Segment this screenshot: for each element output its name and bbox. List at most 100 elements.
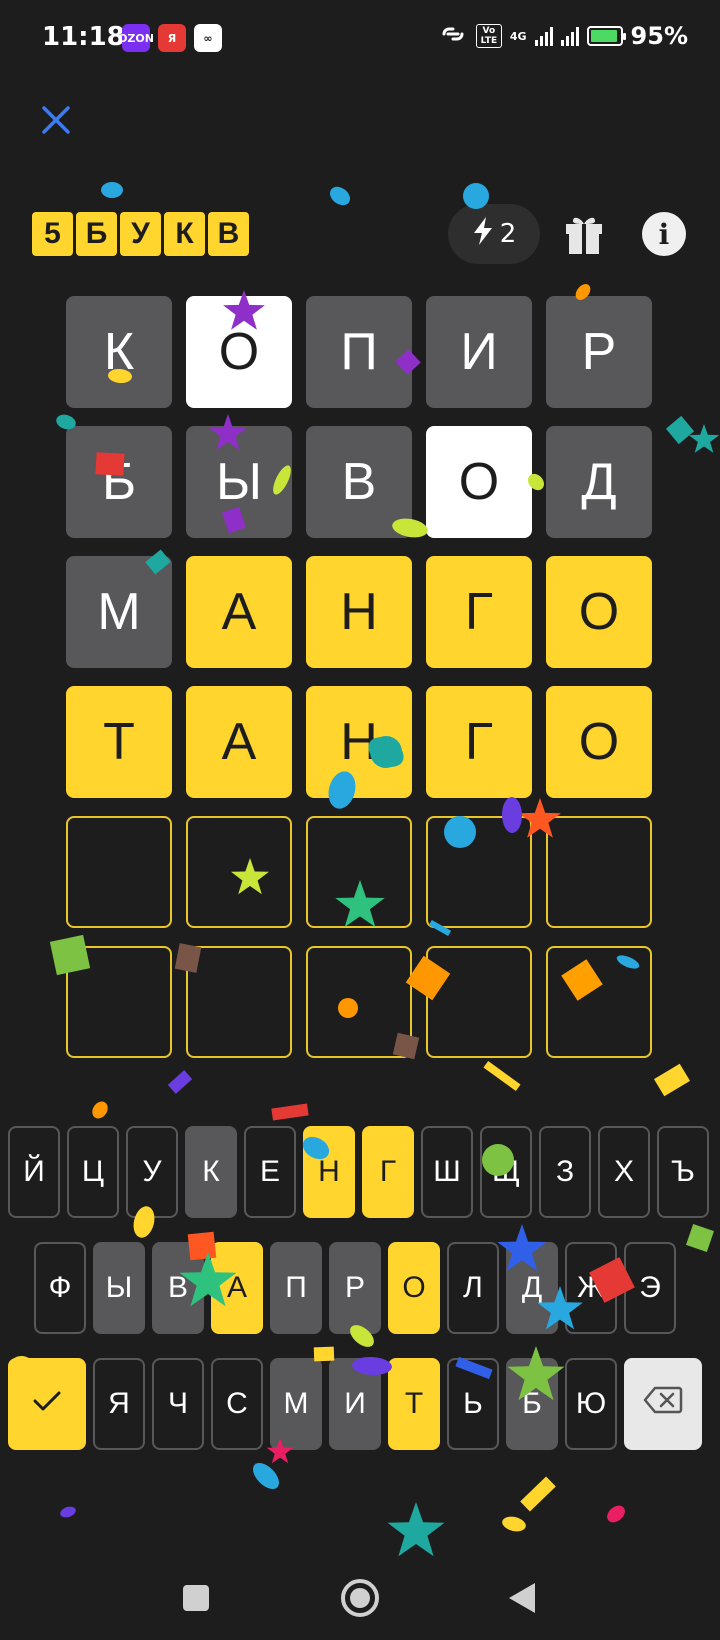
board-cell (186, 816, 292, 928)
key-Й[interactable]: Й (8, 1126, 60, 1218)
key-Х[interactable]: Х (598, 1126, 650, 1218)
board-cell: М (66, 556, 172, 668)
key-П[interactable]: П (270, 1242, 322, 1334)
keyboard-row-2: ФЫВАПРОЛДЖЭ (34, 1242, 676, 1334)
logo-letter: К (164, 212, 205, 256)
confetti-piece (167, 1070, 193, 1094)
key-С[interactable]: С (211, 1358, 263, 1450)
status-time: 11:18 (42, 22, 125, 52)
board-cell (426, 946, 532, 1058)
signal-icon-2 (560, 26, 579, 46)
board-cell: О (546, 686, 652, 798)
board-cell (306, 946, 412, 1058)
key-Л[interactable]: Л (447, 1242, 499, 1334)
info-icon: i (658, 217, 670, 251)
key-А[interactable]: А (211, 1242, 263, 1334)
network-type: 4G (509, 29, 527, 43)
key-Ш[interactable]: Ш (421, 1126, 473, 1218)
battery-level (590, 30, 618, 42)
key-Ф[interactable]: Ф (34, 1242, 86, 1334)
app-logo: 5 Б У К В (32, 212, 249, 256)
board-cell (186, 946, 292, 1058)
key-М[interactable]: М (270, 1358, 322, 1450)
checkmark-icon (32, 1387, 62, 1421)
board-cell: Г (426, 556, 532, 668)
keyboard-row-3: ЯЧСМИТЬБЮ (8, 1358, 702, 1450)
logo-letter: Б (76, 212, 117, 256)
key-Ю[interactable]: Ю (565, 1358, 617, 1450)
key-О[interactable]: О (388, 1242, 440, 1334)
key-Д[interactable]: Д (506, 1242, 558, 1334)
key-Р[interactable]: Р (329, 1242, 381, 1334)
confetti-piece (607, 1505, 625, 1523)
board-cell: Н (306, 556, 412, 668)
board-cell: В (306, 426, 412, 538)
close-button[interactable] (36, 102, 76, 142)
board-cell: И (426, 296, 532, 408)
board-cell: А (186, 686, 292, 798)
key-Б[interactable]: Б (506, 1358, 558, 1450)
confetti-piece (101, 182, 123, 198)
gift-icon (560, 217, 608, 262)
home-circle-icon (340, 1578, 380, 1622)
logo-letter: У (120, 212, 161, 256)
back-triangle-icon (507, 1581, 537, 1619)
recents-button[interactable] (176, 1580, 216, 1620)
key-Щ[interactable]: Щ (480, 1126, 532, 1218)
key-Ц[interactable]: Ц (67, 1126, 119, 1218)
logo-letter: В (208, 212, 249, 256)
keyboard-row-1: ЙЦУКЕНГШЩЗХЪ (8, 1126, 709, 1218)
key-У[interactable]: У (126, 1126, 178, 1218)
board-cell: Ы (186, 426, 292, 538)
backspace-icon (643, 1386, 683, 1422)
navigation-bar (0, 1560, 720, 1640)
key-К[interactable]: К (185, 1126, 237, 1218)
board-cell: О (546, 556, 652, 668)
board-cell: Б (66, 426, 172, 538)
key-Е[interactable]: Е (244, 1126, 296, 1218)
key-Ж[interactable]: Ж (565, 1242, 617, 1334)
key-В[interactable]: В (152, 1242, 204, 1334)
board-cell: П (306, 296, 412, 408)
key-Ъ[interactable]: Ъ (657, 1126, 709, 1218)
key-И[interactable]: И (329, 1358, 381, 1450)
board-cell: О (426, 426, 532, 538)
confetti-piece (92, 1101, 108, 1119)
board-cell: Д (546, 426, 652, 538)
key-Н[interactable]: Н (303, 1126, 355, 1218)
enter-button[interactable] (8, 1358, 86, 1450)
confetti-piece (653, 1063, 691, 1097)
yandex-app-icon: Я (158, 24, 186, 52)
board-cell (546, 816, 652, 928)
link-app-icon: ∞ (194, 24, 222, 52)
board-cell (66, 946, 172, 1058)
key-Ь[interactable]: Ь (447, 1358, 499, 1450)
hint-button[interactable]: 2 (448, 204, 540, 264)
board-cell: Н (306, 686, 412, 798)
board-cell (66, 816, 172, 928)
key-З[interactable]: З (539, 1126, 591, 1218)
key-Я[interactable]: Я (93, 1358, 145, 1450)
confetti-piece (502, 1516, 526, 1532)
square-icon (182, 1584, 210, 1616)
home-button[interactable] (340, 1578, 380, 1622)
key-Ы[interactable]: Ы (93, 1242, 145, 1334)
back-button[interactable] (502, 1580, 542, 1620)
signal-icon-1 (534, 26, 553, 46)
key-Г[interactable]: Г (362, 1126, 414, 1218)
board-cell (426, 816, 532, 928)
close-icon (41, 105, 71, 139)
confetti-piece (686, 1224, 714, 1252)
confetti-piece (688, 424, 720, 453)
info-button[interactable]: i (642, 212, 686, 256)
confetti-piece (271, 1103, 309, 1121)
board-cell: Р (546, 296, 652, 408)
key-Э[interactable]: Э (624, 1242, 676, 1334)
hotspot-icon (438, 22, 468, 50)
board-cell: Г (426, 686, 532, 798)
key-Ч[interactable]: Ч (152, 1358, 204, 1450)
backspace-button[interactable] (624, 1358, 702, 1450)
key-Т[interactable]: Т (388, 1358, 440, 1450)
gift-button[interactable] (560, 210, 608, 258)
confetti-piece (253, 1463, 279, 1489)
